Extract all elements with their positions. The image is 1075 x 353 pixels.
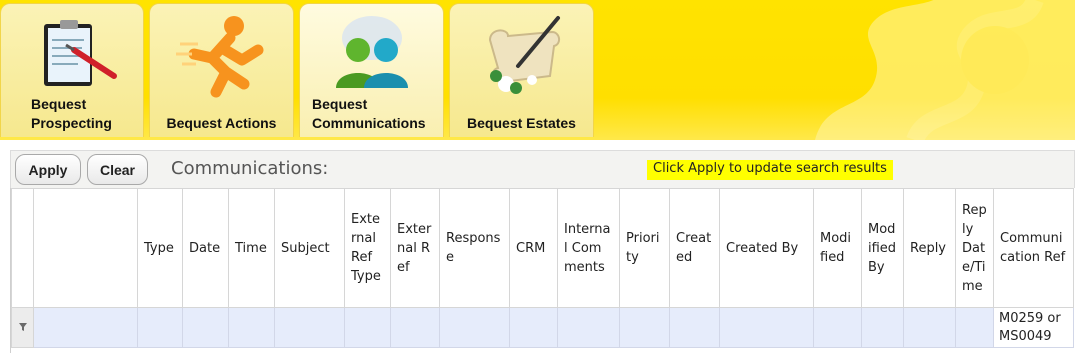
filter-cell-communication-ref[interactable]: M0259 or MS0049 (993, 307, 1074, 348)
tab-bequest-prospecting[interactable]: Bequest Prospecting (0, 3, 144, 137)
clipboard-icon (1, 10, 143, 98)
filter-cell-priority[interactable] (619, 307, 670, 348)
quill-scroll-icon (450, 10, 593, 98)
column-header-created-by[interactable]: Created By (719, 188, 814, 308)
filter-cell-response[interactable] (439, 307, 510, 348)
filter-row-indicator (11, 307, 34, 348)
tab-label: Bequest Communications (312, 96, 426, 131)
tab-bequest-estates[interactable]: Bequest Estates (449, 3, 594, 137)
column-header-type[interactable]: Type (137, 188, 183, 308)
column-header-communication-ref[interactable]: Communication Ref (993, 188, 1074, 308)
two-people-icon (300, 10, 443, 98)
tab-label: Bequest Actions (166, 115, 277, 131)
filter-cell-crm[interactable] (509, 307, 558, 348)
tab-label: Bequest Prospecting (31, 96, 112, 131)
section-title: Communications: (171, 158, 329, 179)
filter-row: M0259 or MS0049 (11, 307, 1074, 348)
filter-cell-created[interactable] (669, 307, 720, 348)
column-header-time[interactable]: Time (228, 188, 275, 308)
column-header-created[interactable]: Created (669, 188, 720, 308)
filter-cell-reply[interactable] (903, 307, 956, 348)
column-header-priority[interactable]: Priority (619, 188, 670, 308)
column-header-indicator (11, 188, 34, 308)
column-header-external-ref-type[interactable]: External Ref Type (344, 188, 391, 308)
filter-icon (18, 323, 27, 331)
communications-grid: Type Date Time Subject External Ref Type… (10, 188, 1075, 353)
header-row: Type Date Time Subject External Ref Type… (11, 188, 1074, 308)
search-toolbar: Apply Clear Communications: Click Apply … (10, 150, 1075, 188)
filter-cell-time[interactable] (228, 307, 275, 348)
grid-table: Type Date Time Subject External Ref Type… (11, 188, 1074, 348)
running-man-icon (150, 10, 293, 98)
filter-cell-external-ref-type[interactable] (344, 307, 391, 348)
column-header-subject[interactable]: Subject (274, 188, 345, 308)
column-header-modified[interactable]: Modified (813, 188, 862, 308)
column-header-date[interactable]: Date (182, 188, 229, 308)
column-header-response[interactable]: Response (439, 188, 510, 308)
column-header-reply-date-time[interactable]: Reply Date/Time (955, 188, 994, 308)
filter-cell-external-ref[interactable] (390, 307, 440, 348)
filter-cell-modified[interactable] (813, 307, 862, 348)
filter-cell-modified-by[interactable] (861, 307, 904, 348)
clear-button[interactable]: Clear (87, 154, 148, 185)
tab-bequest-actions[interactable]: Bequest Actions (149, 3, 294, 137)
filter-cell-created-by[interactable] (719, 307, 814, 348)
filter-cell-reply-date-time[interactable] (955, 307, 994, 348)
column-header-reply[interactable]: Reply (903, 188, 956, 308)
puzzle-decoration (815, 0, 1075, 140)
communication-ref-filter-input[interactable]: M0259 or MS0049 (999, 310, 1068, 346)
column-header-internal-comments[interactable]: Internal Comments (557, 188, 620, 308)
filter-cell-type[interactable] (137, 307, 183, 348)
column-header-blank[interactable] (33, 188, 138, 308)
filter-cell-internal-comments[interactable] (557, 307, 620, 348)
filter-cell-subject[interactable] (274, 307, 345, 348)
column-header-modified-by[interactable]: Modified By (861, 188, 904, 308)
tab-bequest-communications[interactable]: Bequest Communications (299, 3, 444, 137)
tab-label: Bequest Estates (467, 115, 576, 131)
apply-button[interactable]: Apply (15, 154, 81, 185)
apply-hint: Click Apply to update search results (647, 160, 893, 180)
filter-cell[interactable] (33, 307, 138, 348)
module-header: Bequest Prospecting Bequest Actions Bequ… (0, 0, 1075, 140)
filter-cell-date[interactable] (182, 307, 229, 348)
column-header-crm[interactable]: CRM (509, 188, 558, 308)
column-header-external-ref[interactable]: External Ref (390, 188, 440, 308)
